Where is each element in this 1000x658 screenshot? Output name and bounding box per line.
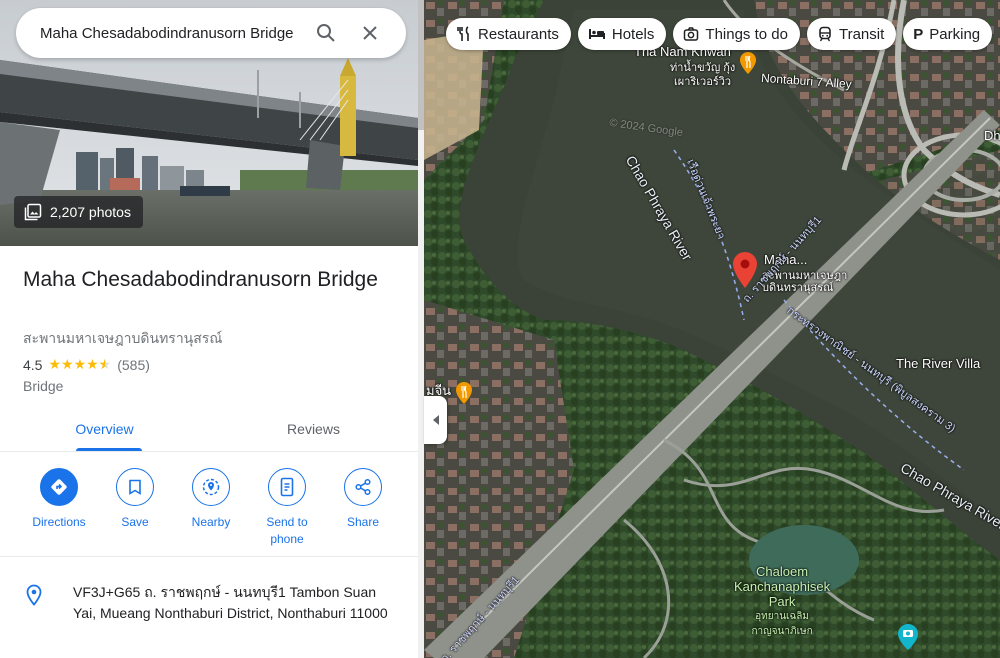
satellite-imagery: [424, 0, 1000, 658]
chip-restaurants[interactable]: Restaurants: [446, 18, 571, 50]
label-river-villa: The River Villa: [896, 356, 981, 371]
action-buttons: Directions Save Nearby Send to phone Sha…: [0, 468, 418, 556]
save-button[interactable]: Save: [97, 468, 173, 531]
place-panel: 2,207 photos Maha Chesadabodindranusorn …: [0, 0, 418, 658]
place-subtitle: สะพานมหาเจษฎาบดินทรานุสรณ์: [23, 330, 223, 346]
place-title: Maha Chesadabodindranusorn Bridge: [23, 268, 378, 291]
label-park: Chaloem Kanchanaphisek Park อุทยานเฉลิม …: [734, 564, 830, 639]
restaurant-pin-icon-2[interactable]: [456, 382, 472, 404]
tab-reviews[interactable]: Reviews: [209, 406, 418, 451]
directions-button[interactable]: Directions: [21, 468, 97, 531]
bed-icon: [588, 29, 605, 39]
rating-score: 4.5: [23, 356, 43, 373]
label-park-thai-2: กาญจนาภิเษก: [751, 626, 813, 637]
reviews-count[interactable]: (585): [117, 357, 150, 373]
close-icon: [363, 26, 377, 40]
photo-library-icon: [24, 203, 42, 221]
chip-hotels[interactable]: Hotels: [577, 18, 667, 50]
search-bar: [16, 8, 406, 58]
directions-icon: [51, 479, 67, 495]
chip-transit[interactable]: Transit: [806, 18, 897, 50]
place-tabs: Overview Reviews: [0, 406, 418, 452]
restaurant-pin-icon[interactable]: [740, 52, 756, 74]
chip-parking-label: Parking: [929, 25, 981, 43]
send-to-phone-label: Send to phone: [266, 515, 308, 546]
chip-transit-label: Transit: [838, 25, 885, 43]
chip-parking[interactable]: P Parking: [903, 18, 993, 50]
star-rating-icon: ★★★★★★: [48, 356, 112, 372]
parking-icon: P: [913, 25, 924, 43]
panel-scrollbar[interactable]: [418, 0, 424, 658]
rating-row: 4.5 ★★★★★★ (585): [23, 356, 150, 373]
search-icon: [317, 24, 335, 42]
photos-count-chip[interactable]: 2,207 photos: [14, 196, 143, 228]
attraction-pin-icon[interactable]: [898, 624, 918, 650]
scrollbar-thumb[interactable]: [418, 0, 424, 130]
directions-label: Directions: [32, 515, 86, 529]
label-park-chaloem: Chaloem: [756, 564, 809, 579]
label-tha-nam-thai-2: เผาริเวอร์วิว: [674, 76, 732, 88]
category-chips: Restaurants Hotels Things to do Transit …: [446, 18, 993, 50]
label-dh: Dh: [984, 128, 1000, 143]
collapse-panel-button[interactable]: [424, 396, 447, 444]
fork-knife-icon: [457, 26, 469, 41]
share-label: Share: [346, 515, 380, 529]
place-category[interactable]: Bridge: [23, 378, 63, 394]
tab-overview[interactable]: Overview: [0, 406, 209, 451]
camera-icon: [684, 27, 699, 41]
train-icon: [819, 26, 831, 42]
label-park-thai: อุทยานเฉลิม: [755, 611, 809, 622]
chip-things-to-do[interactable]: Things to do: [673, 18, 800, 50]
chip-restaurants-label: Restaurants: [478, 25, 559, 43]
nearby-icon: [202, 478, 220, 496]
label-park-kanchana: Kanchanaphisek: [734, 579, 831, 594]
divider: [0, 556, 418, 557]
save-label: Save: [121, 515, 149, 529]
nearby-label: Nearby: [191, 515, 231, 529]
photos-count-label: 2,207 photos: [50, 204, 131, 220]
address-text: VF3J+G65 ถ. ราชพฤกษ์ - นนทบุรี1 Tambon S…: [73, 584, 388, 621]
clear-search-button[interactable]: [350, 13, 390, 53]
nearby-button[interactable]: Nearby: [173, 468, 249, 531]
send-to-phone-icon: [280, 477, 294, 497]
share-button[interactable]: Share: [325, 468, 401, 531]
search-button[interactable]: [306, 13, 346, 53]
caret-left-icon: [432, 415, 439, 425]
location-pin-icon: [26, 584, 42, 606]
label-park-park: Park: [768, 594, 796, 609]
share-icon: [355, 478, 371, 496]
map-canvas[interactable]: Tha Nam Khwan ท่าน้ำขวัญ กุ้ง เผาริเวอร์…: [424, 0, 1000, 658]
chip-things-to-do-label: Things to do: [705, 25, 788, 43]
chip-hotels-label: Hotels: [611, 25, 655, 43]
bookmark-icon: [129, 479, 141, 495]
send-to-phone-button[interactable]: Send to phone: [249, 468, 325, 548]
search-input[interactable]: [40, 24, 298, 42]
